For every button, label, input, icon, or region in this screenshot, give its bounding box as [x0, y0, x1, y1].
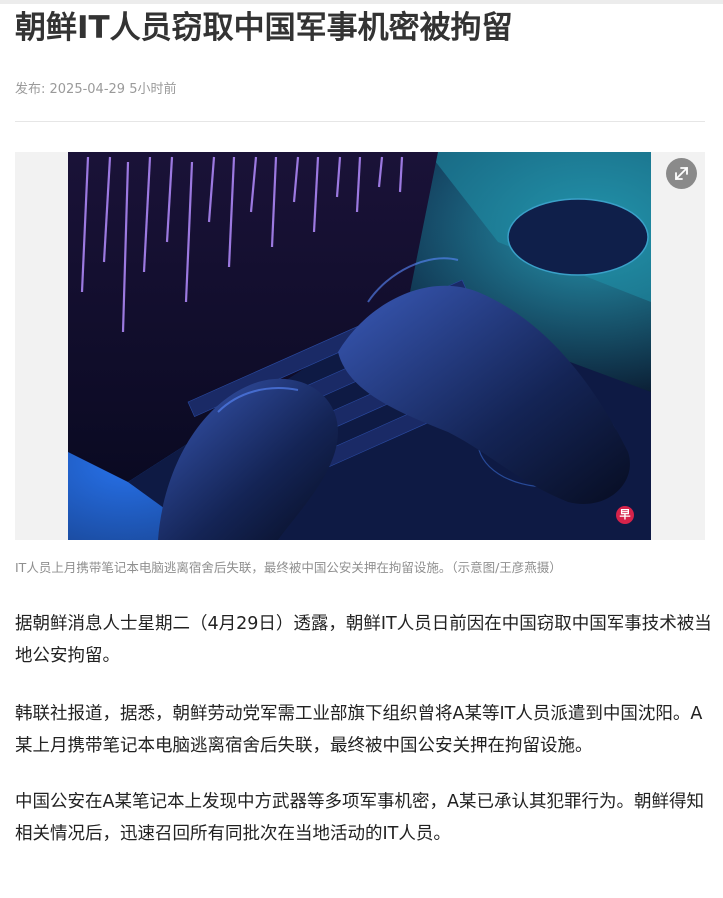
article-paragraph-2: 韩联社报道，据悉，朝鲜劳动党军需工业部旗下组织曾将A某等IT人员派遣到中国沈阳。…: [15, 704, 703, 756]
zaobao-logo-icon: 早: [616, 506, 634, 524]
article-figure: 早: [15, 152, 705, 540]
expand-image-button[interactable]: [666, 158, 697, 189]
article-photo[interactable]: 早: [68, 152, 651, 540]
hacker-laptop-illustration: [68, 152, 651, 540]
top-border: [0, 0, 723, 4]
article-paragraph-3: 中国公安在A某笔记本上发现中方武器等多项军事机密，A某已承认其犯罪行为。朝鲜得知…: [15, 792, 704, 844]
divider: [15, 121, 705, 122]
image-caption: IT人员上月携带笔记本电脑逃离宿舍后失联，最终被中国公安关押在拘留设施。（示意图…: [15, 560, 562, 575]
article-title: 朝鲜IT人员窃取中国军事机密被拘留: [15, 10, 513, 46]
article-paragraph-1: 据朝鲜消息人士星期二（4月29日）透露，朝鲜IT人员日前因在中国窃取中国军事技术…: [15, 614, 712, 666]
publish-meta: 发布: 2025-04-29 5小时前: [15, 82, 177, 97]
expand-icon: [675, 167, 688, 180]
